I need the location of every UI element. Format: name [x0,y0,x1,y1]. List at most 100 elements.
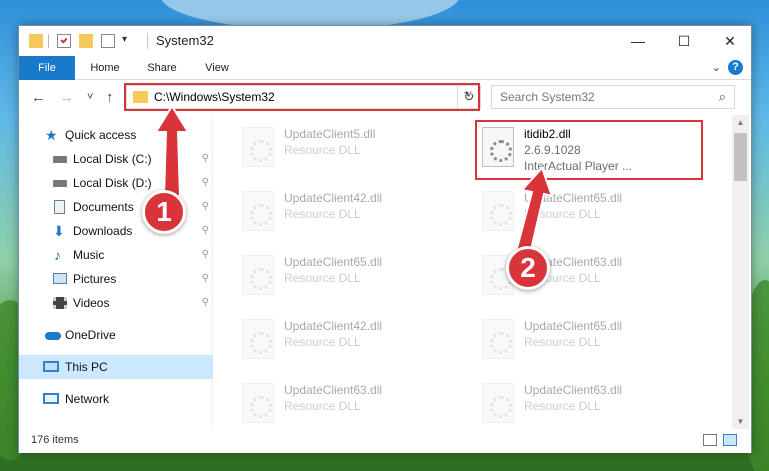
customize-toolbar-icon[interactable] [101,34,115,48]
dll-file-icon [242,127,274,167]
scrollbar-thumb[interactable] [734,133,747,181]
dll-file-icon [242,383,274,423]
file-type: Resource DLL [524,335,601,349]
list-item[interactable]: UpdateClient42.dll Resource DLL [236,183,464,239]
back-button[interactable]: ← [31,89,46,106]
sidebar-item-music[interactable]: ♪ Music ⚲ [19,243,213,267]
close-button[interactable]: ✕ [707,26,753,56]
list-item[interactable]: UpdateClient63.dll Resource DLL [236,375,464,429]
sidebar-item-label: OneDrive [65,328,116,342]
maximize-button[interactable]: ☐ [661,26,707,56]
window-title: System32 [156,33,214,48]
details-view-icon[interactable] [703,434,717,446]
file-type: Resource DLL [284,143,361,157]
pc-icon [43,361,59,372]
sidebar-item-videos[interactable]: Videos ⚲ [19,291,213,315]
documents-icon [54,200,65,214]
search-box[interactable]: Search System32 ⌕ [491,85,735,109]
sidebar-item-label: Quick access [65,128,137,142]
file-type: Resource DLL [284,271,361,285]
file-name: UpdateClient63.dll [524,383,623,397]
dll-file-icon [242,191,274,231]
dll-file-icon [242,255,274,295]
sidebar-item-label: Network [65,392,110,406]
sidebar-item-pictures[interactable]: Pictures ⚲ [19,267,213,291]
file-name: UpdateClient42.dll [284,319,383,333]
list-item[interactable]: UpdateClient65.dll Resource DLL [476,311,704,367]
downloads-icon: ⬇ [53,223,65,239]
file-name: UpdateClient65.dll [284,255,383,269]
minimize-button[interactable]: — [615,26,661,56]
list-item[interactable]: UpdateClient5.dll Resource DLL [236,119,464,175]
scroll-down-arrow-icon[interactable]: ▼ [732,417,749,426]
status-bar: 176 items [19,429,751,453]
folder-icon [29,34,43,48]
ribbon: File Home Share View ⌄ ? [19,56,751,80]
music-icon: ♪ [54,247,61,263]
scroll-up-arrow-icon[interactable]: ▲ [732,118,749,127]
expand-ribbon-icon[interactable]: ⌄ [712,61,721,74]
sidebar-item-this-pc[interactable]: This PC [19,355,213,379]
dll-file-icon [482,383,514,423]
divider [147,33,148,49]
star-icon: ★ [45,127,58,143]
list-item[interactable]: UpdateClient42.dll Resource DLL [236,311,464,367]
onedrive-icon [45,332,61,340]
pin-icon: ⚲ [201,273,209,284]
dll-file-icon [242,319,274,359]
tab-file[interactable]: File [19,56,75,80]
sidebar-item-label: This PC [65,360,108,374]
tab-home[interactable]: Home [79,56,131,80]
pin-icon: ⚲ [201,225,209,236]
sidebar-item-label: Downloads [73,224,133,238]
search-input[interactable]: Search System32 [500,90,595,104]
videos-icon [53,297,67,309]
list-item[interactable]: UpdateClient65.dll Resource DLL [236,247,464,303]
file-type: Resource DLL [284,207,361,221]
callout-arrow-1 [154,104,190,197]
sidebar-item-label: Music [73,248,105,262]
drive-icon [53,180,67,187]
sidebar-item-label: Videos [73,296,110,310]
pin-icon: ⚲ [201,297,209,308]
file-type: Resource DLL [284,335,361,349]
sidebar-item-downloads[interactable]: ⬇ Downloads ⚲ [19,219,213,243]
pictures-icon [53,273,67,284]
sidebar-item-label: Documents [73,200,134,214]
sidebar-item-onedrive[interactable]: OneDrive [19,323,213,347]
large-icons-view-icon[interactable] [723,434,737,446]
title-bar: ▾ System32 — ☐ ✕ [19,26,751,56]
list-item[interactable]: UpdateClient63.dll Resource DLL [476,375,704,429]
toolbar-dropdown-icon[interactable]: ▾ [122,34,127,45]
file-type: Resource DLL [284,399,361,413]
drive-icon [53,156,67,163]
recent-locations-button[interactable]: ˅ [87,91,93,103]
pin-icon: ⚲ [201,177,209,188]
divider [48,34,49,48]
forward-button[interactable]: → [59,89,74,106]
file-name: UpdateClient65.dll [524,319,623,333]
help-icon[interactable]: ? [728,60,743,75]
callout-badge-1: 1 [142,190,186,234]
pin-icon: ⚲ [201,201,209,212]
file-type: Resource DLL [524,399,601,413]
vertical-scrollbar[interactable]: ▲ ▼ [732,115,749,429]
dll-file-icon [482,319,514,359]
tab-view[interactable]: View [191,56,243,80]
callout-arrow-2 [514,166,552,256]
sidebar-item-label: Pictures [73,272,117,286]
up-button[interactable]: ↑ [106,89,114,106]
sidebar-item-network[interactable]: Network [19,387,213,411]
tab-share[interactable]: Share [135,56,189,80]
sidebar-item-label: Local Disk (C:) [73,152,152,166]
search-icon[interactable]: ⌕ [719,89,726,105]
pin-icon: ⚲ [201,153,209,164]
network-icon [43,393,59,404]
file-name: UpdateClient42.dll [284,191,383,205]
new-folder-icon[interactable] [79,34,93,48]
item-count: 176 items [31,434,79,446]
callout-badge-2: 2 [506,246,550,290]
properties-icon[interactable] [57,34,71,48]
pin-icon: ⚲ [201,249,209,260]
file-name: UpdateClient5.dll [284,127,376,141]
